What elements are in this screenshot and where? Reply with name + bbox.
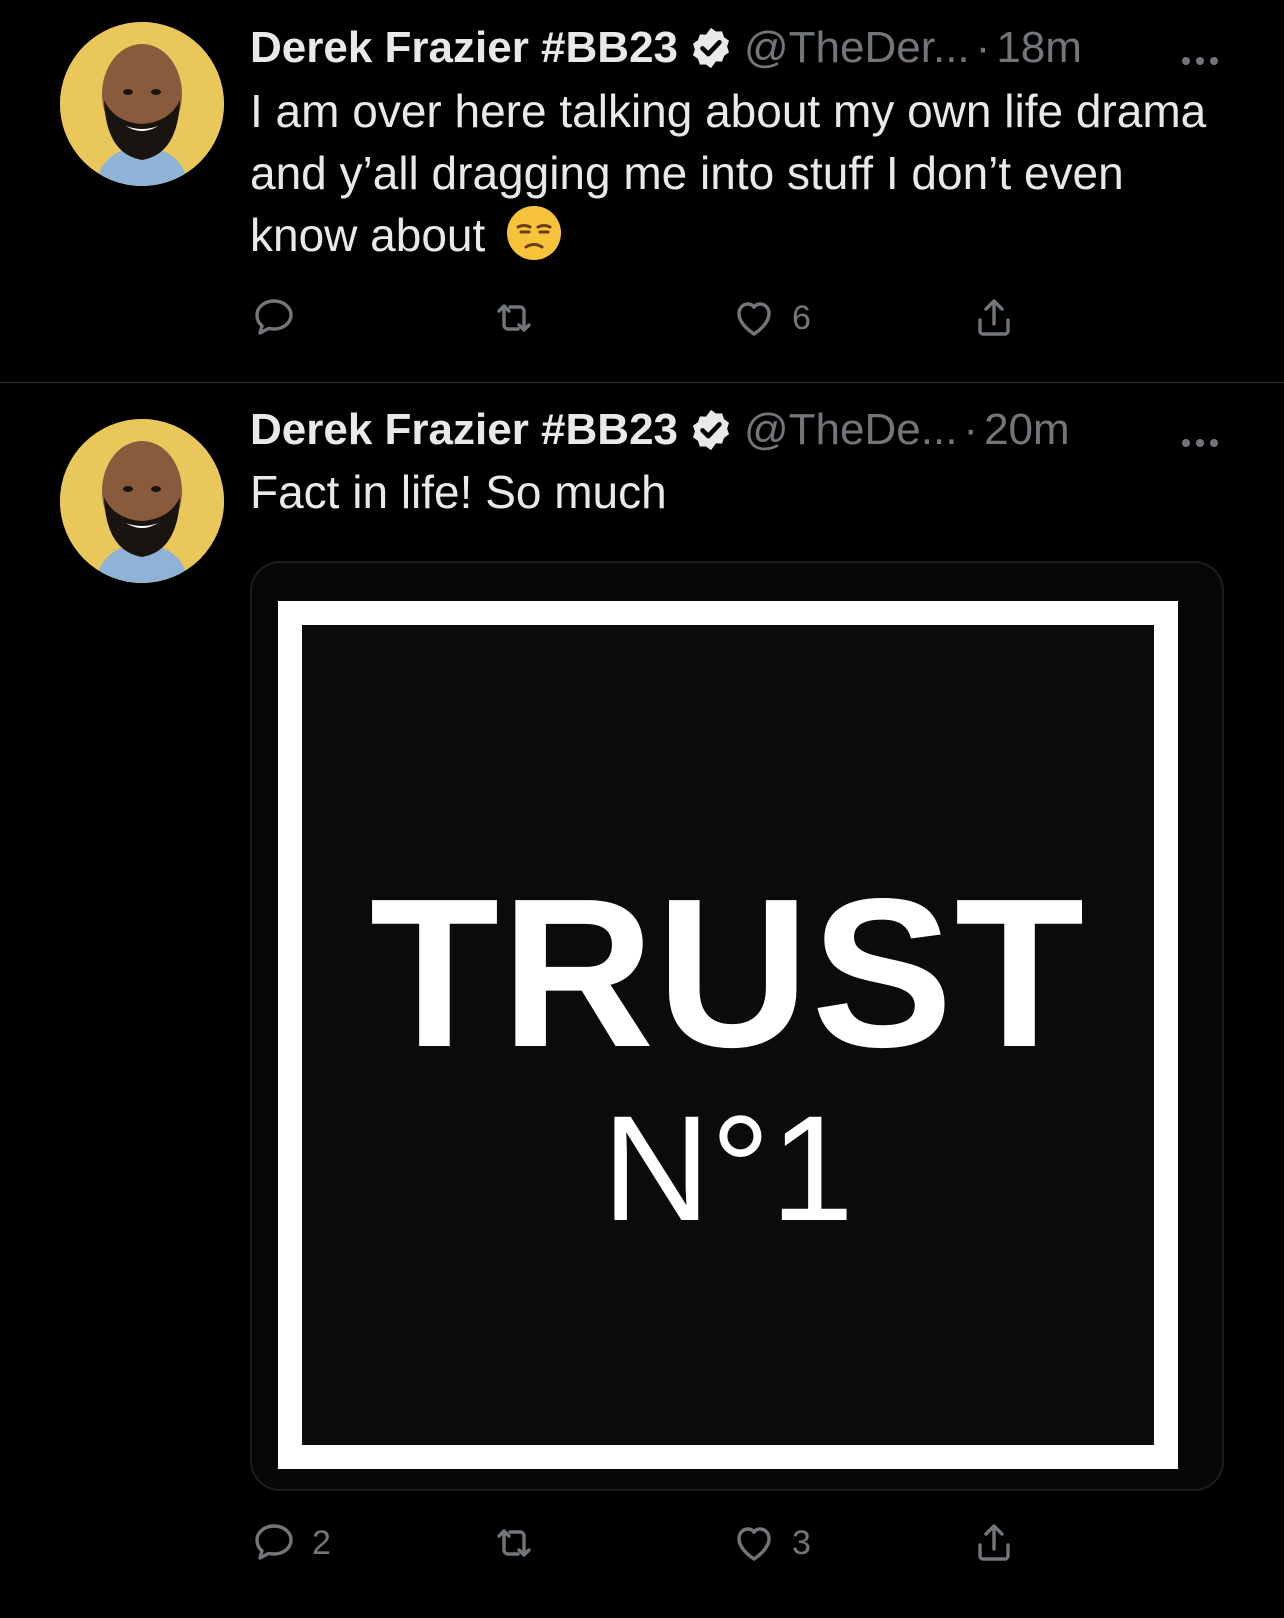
share-icon [978,299,1010,336]
more-icon[interactable] [1176,414,1224,447]
timestamp[interactable]: 20m [984,405,1070,455]
timestamp[interactable]: 18m [996,23,1082,73]
avatar[interactable] [60,22,224,186]
author-handle[interactable]: @TheDe... [744,405,957,455]
more-icon[interactable] [1176,32,1224,65]
share-icon [978,1524,1010,1561]
verified-badge-icon [688,25,734,71]
reply-count: 2 [312,1523,331,1562]
retweet-button[interactable] [490,1513,552,1573]
reply-button[interactable]: 2 [250,1513,331,1573]
unamused-face-emoji [506,205,562,261]
retweet-icon [497,1529,531,1557]
tweet-image[interactable]: TRUST N°1 [250,561,1224,1491]
image-frame: TRUST N°1 [278,601,1178,1469]
share-button[interactable] [970,1513,1018,1573]
tweet-body: Fact in life! So much [250,466,667,518]
author-name[interactable]: Derek Frazier #BB23 [250,405,678,455]
avatar[interactable] [60,419,224,583]
reply-icon [255,1524,293,1560]
author-handle[interactable]: @TheDer... [744,23,970,73]
verified-badge-icon [688,407,734,453]
author-name[interactable]: Derek Frazier #BB23 [250,23,678,73]
like-count: 3 [792,1523,811,1562]
tweet-actions: 2 3 [250,1513,1070,1573]
reply-button[interactable] [250,288,312,348]
like-icon [737,1527,771,1561]
reply-icon [255,299,293,335]
tweet-actions: 6 [250,288,1070,348]
like-button[interactable]: 6 [730,288,811,348]
tweet[interactable]: Derek Frazier #BB23 @TheDe... · 20m Fact… [0,383,1284,1618]
retweet-button[interactable] [490,288,552,348]
tweet-body: I am over here talking about my own life… [250,85,1207,261]
image-text-number: N°1 [602,1084,854,1252]
tweet-header: Derek Frazier #BB23 @TheDer... · 18m [250,18,1224,78]
like-button[interactable]: 3 [730,1513,811,1573]
tweet-text: Fact in life! So much [250,461,1230,523]
tweet[interactable]: Derek Frazier #BB23 @TheDer... · 18m I a… [0,0,1284,383]
image-text-trust: TRUST [369,854,1087,1091]
tweet-text: I am over here talking about my own life… [250,80,1230,266]
separator: · [963,405,979,454]
separator: · [975,23,991,72]
like-icon [737,302,771,336]
share-button[interactable] [970,288,1018,348]
like-count: 6 [792,298,811,337]
tweet-header: Derek Frazier #BB23 @TheDe... · 20m [250,400,1224,460]
retweet-icon [497,304,531,332]
